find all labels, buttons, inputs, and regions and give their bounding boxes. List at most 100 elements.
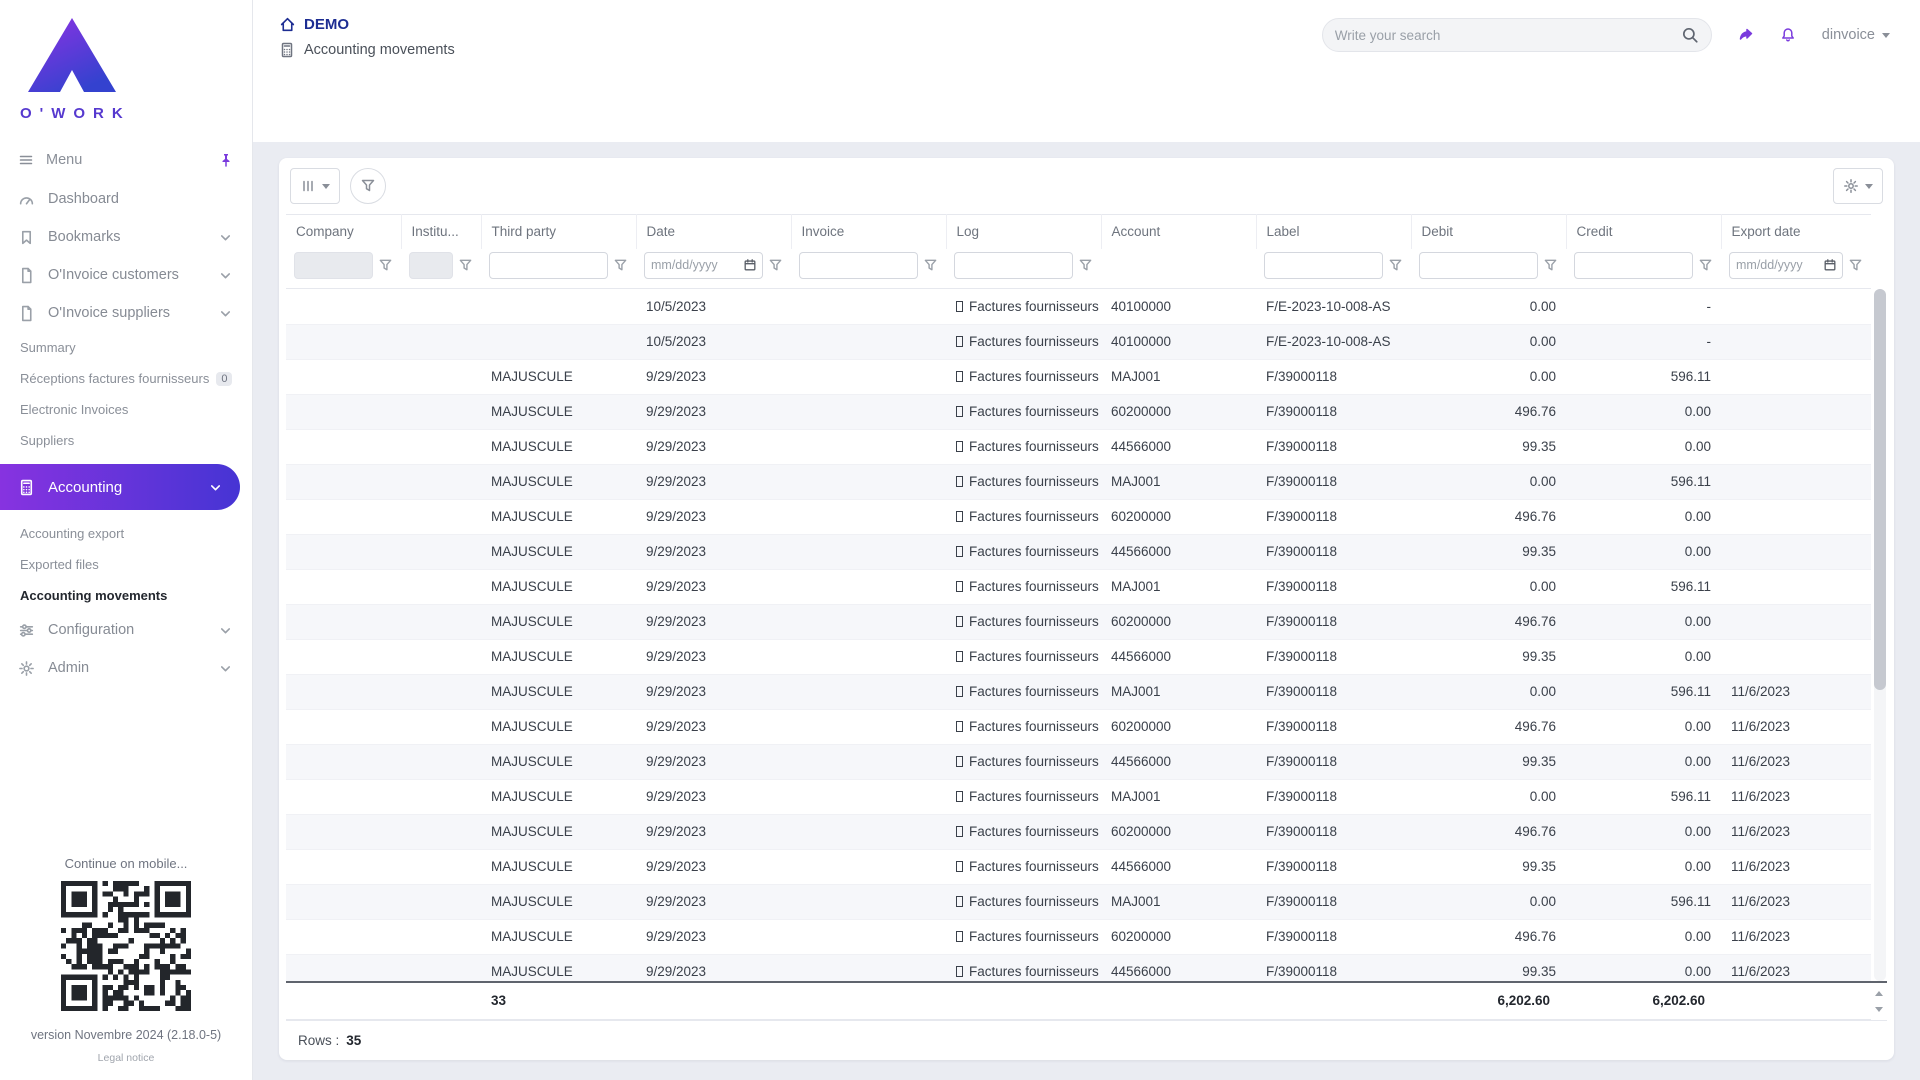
- vertical-scrollbar[interactable]: [1874, 289, 1886, 981]
- sidebar-menu-toggle[interactable]: Menu: [0, 140, 252, 180]
- funnel-icon[interactable]: [1078, 258, 1093, 273]
- col-header-date[interactable]: Date: [636, 214, 792, 249]
- legal-notice-link[interactable]: Legal notice: [0, 1052, 252, 1064]
- table-row[interactable]: MAJUSCULE 9/29/2023 Factures fournisseurs 6…: [286, 394, 1871, 430]
- scrollbar-thumb[interactable]: [1874, 289, 1886, 691]
- table-row[interactable]: MAJUSCULE 9/29/2023 Factures fournisseurs 4…: [286, 639, 1871, 675]
- table-row[interactable]: MAJUSCULE 9/29/2023 Factures fournisseurs 4…: [286, 534, 1871, 570]
- grid-settings-button[interactable]: [1833, 168, 1883, 204]
- pin-sidebar-icon[interactable]: [218, 152, 234, 168]
- col-header-third-party[interactable]: Third party: [481, 214, 637, 249]
- funnel-icon[interactable]: [613, 258, 628, 273]
- caret-down-icon: [1865, 183, 1873, 193]
- col-header-institution[interactable]: Institu...: [401, 214, 482, 249]
- calendar-icon[interactable]: [743, 258, 757, 272]
- notifications-bell-icon[interactable]: [1780, 27, 1796, 43]
- totals-row: 33 6,202.60 6,202.60: [286, 981, 1887, 1020]
- col-header-invoice[interactable]: Invoice: [791, 214, 947, 249]
- col-header-credit[interactable]: Credit: [1566, 214, 1722, 249]
- sidebar-item-label: Accounting: [48, 478, 123, 496]
- sidebar-item-oinvoice-suppliers[interactable]: O'Invoice suppliers: [0, 294, 252, 332]
- env-label[interactable]: DEMO: [304, 16, 349, 33]
- page-title: Accounting movements: [304, 42, 455, 58]
- table-row[interactable]: MAJUSCULE 9/29/2023 Factures fournisseurs M…: [286, 569, 1871, 605]
- filter-label-input[interactable]: [1264, 251, 1383, 279]
- filter-credit-input[interactable]: [1574, 251, 1693, 279]
- rows-count: 35: [346, 1032, 362, 1048]
- sidebar-item-dashboard[interactable]: Dashboard: [0, 180, 252, 218]
- table-row[interactable]: MAJUSCULE 9/29/2023 Factures fournisseurs 6…: [286, 709, 1871, 745]
- sidebar-item-accounting-movements[interactable]: Accounting movements: [0, 580, 252, 611]
- table-row[interactable]: MAJUSCULE 9/29/2023 Factures fournisseurs M…: [286, 779, 1871, 815]
- grid-body-viewport: 10/5/2023 Factures fournisseurs 40100000 F/…: [286, 289, 1886, 981]
- sidebar-item-accounting[interactable]: Accounting: [0, 464, 240, 510]
- table-row[interactable]: MAJUSCULE 9/29/2023 Factures fournisseurs 4…: [286, 744, 1871, 780]
- share-icon[interactable]: [1738, 27, 1754, 43]
- user-menu[interactable]: dinvoice: [1822, 27, 1890, 43]
- gear-icon: [18, 660, 35, 677]
- table-row[interactable]: MAJUSCULE 9/29/2023 Factures fournisseurs 6…: [286, 919, 1871, 955]
- sidebar-item-exported-files[interactable]: Exported files: [0, 549, 252, 580]
- filter-debit-input[interactable]: [1419, 251, 1538, 279]
- sliders-icon: [18, 622, 35, 639]
- funnel-icon[interactable]: [1543, 258, 1558, 273]
- calendar-icon[interactable]: [1823, 258, 1837, 272]
- table-row[interactable]: 10/5/2023 Factures fournisseurs 40100000 F/…: [286, 289, 1871, 325]
- topbar: DEMO Accounting movements dinvoice: [253, 0, 1920, 142]
- funnel-icon[interactable]: [1698, 258, 1713, 273]
- column-chooser-button[interactable]: [290, 168, 340, 204]
- table-row[interactable]: MAJUSCULE 9/29/2023 Factures fournisseurs 4…: [286, 429, 1871, 465]
- table-row[interactable]: MAJUSCULE 9/29/2023 Factures fournisseurs 6…: [286, 499, 1871, 535]
- sidebar-item-suppliers[interactable]: Suppliers: [0, 425, 252, 456]
- sidebar-item-electronic-invoices[interactable]: Electronic Invoices: [0, 394, 252, 425]
- col-header-export-date[interactable]: Export date: [1721, 214, 1871, 249]
- version-text: version Novembre 2024 (2.18.0-5): [30, 1028, 222, 1042]
- col-header-label[interactable]: Label: [1256, 214, 1412, 249]
- sidebar-item-accounting-export[interactable]: Accounting export: [0, 518, 252, 549]
- log-glyph-icon: [956, 861, 963, 872]
- gauge-icon: [18, 191, 35, 208]
- sidebar-item-summary[interactable]: Summary: [0, 332, 252, 363]
- filter-third-party-input[interactable]: [489, 251, 608, 279]
- scroll-up-arrow-icon[interactable]: [1874, 987, 1883, 996]
- table-row[interactable]: MAJUSCULE 9/29/2023 Factures fournisseurs 6…: [286, 814, 1871, 850]
- filter-invoice-input[interactable]: [799, 251, 918, 279]
- log-glyph-icon: [956, 581, 963, 592]
- table-row[interactable]: MAJUSCULE 9/29/2023 Factures fournisseurs 6…: [286, 604, 1871, 640]
- grid-footer: Rows : 35: [286, 1019, 1887, 1060]
- sidebar-item-oinvoice-customers[interactable]: O'Invoice customers: [0, 256, 252, 294]
- funnel-icon[interactable]: [768, 258, 783, 273]
- table-row[interactable]: MAJUSCULE 9/29/2023 Factures fournisseurs M…: [286, 674, 1871, 710]
- filter-toggle-button[interactable]: [350, 168, 386, 204]
- table-row[interactable]: MAJUSCULE 9/29/2023 Factures fournisseurs M…: [286, 359, 1871, 395]
- table-row[interactable]: MAJUSCULE 9/29/2023 Factures fournisseurs 4…: [286, 954, 1871, 981]
- col-header-company[interactable]: Company: [286, 214, 402, 249]
- sidebar-item-bookmarks[interactable]: Bookmarks: [0, 218, 252, 256]
- filter-log-input[interactable]: [954, 251, 1073, 279]
- log-glyph-icon: [956, 896, 963, 907]
- table-row[interactable]: 10/5/2023 Factures fournisseurs 40100000 F/…: [286, 324, 1871, 360]
- calculator-icon: [18, 479, 35, 496]
- sidebar-item-receptions[interactable]: Réceptions factures fournisseurs 0: [0, 363, 252, 394]
- grid-header-table: Company Institu... Third party Date Invo…: [286, 214, 1871, 289]
- table-row[interactable]: MAJUSCULE 9/29/2023 Factures fournisseurs 4…: [286, 849, 1871, 885]
- funnel-icon[interactable]: [923, 258, 938, 273]
- sidebar-item-label: Bookmarks: [48, 229, 121, 245]
- search-icon[interactable]: [1681, 26, 1699, 44]
- search-input[interactable]: [1334, 27, 1681, 43]
- home-icon[interactable]: [279, 16, 296, 33]
- col-header-debit[interactable]: Debit: [1411, 214, 1567, 249]
- content-area: Company Institu... Third party Date Invo…: [253, 142, 1920, 1080]
- funnel-icon[interactable]: [1848, 258, 1863, 273]
- col-header-account[interactable]: Account: [1101, 214, 1257, 249]
- funnel-icon[interactable]: [458, 258, 473, 273]
- table-row[interactable]: MAJUSCULE 9/29/2023 Factures fournisseurs M…: [286, 464, 1871, 500]
- funnel-icon[interactable]: [1388, 258, 1403, 273]
- table-row[interactable]: MAJUSCULE 9/29/2023 Factures fournisseurs M…: [286, 884, 1871, 920]
- funnel-icon[interactable]: [378, 258, 393, 273]
- sidebar-item-admin[interactable]: Admin: [0, 649, 252, 687]
- scroll-down-arrow-icon[interactable]: [1874, 1006, 1883, 1016]
- sidebar-item-configuration[interactable]: Configuration: [0, 611, 252, 649]
- col-header-log[interactable]: Log: [946, 214, 1102, 249]
- global-search: [1321, 18, 1712, 52]
